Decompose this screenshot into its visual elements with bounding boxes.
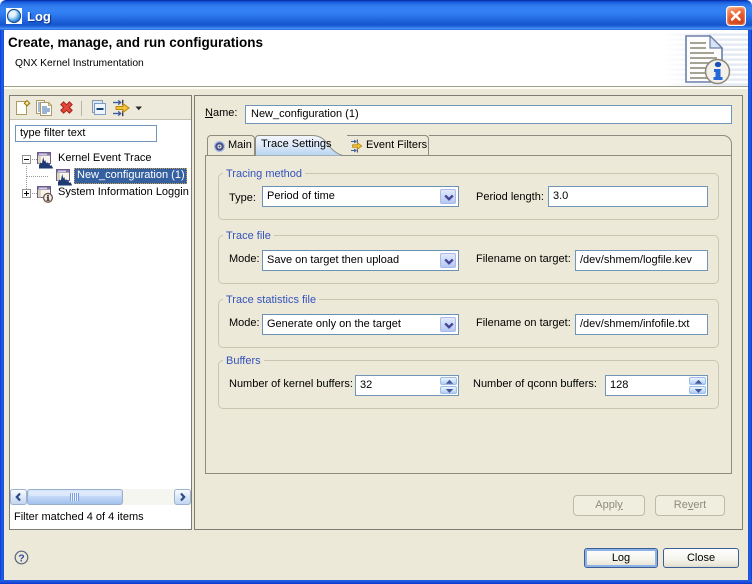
svg-text:?: ? bbox=[18, 553, 24, 565]
